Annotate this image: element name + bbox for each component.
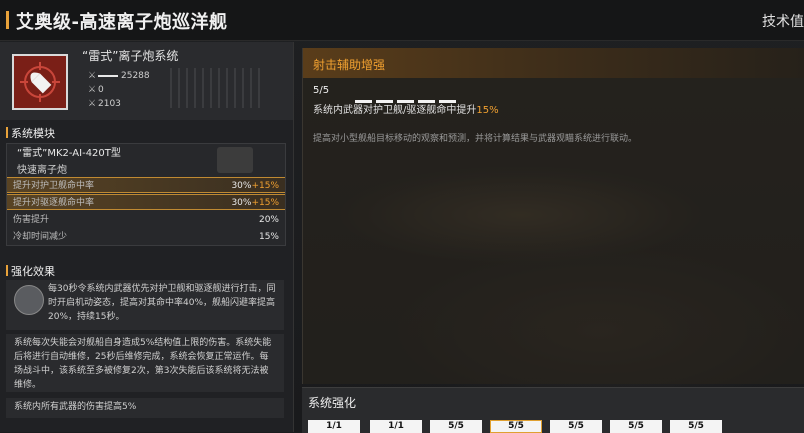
- strengthen-level[interactable]: 5/5: [430, 420, 482, 433]
- module-stat-row: 提升对护卫舰命中率 30%+15%: [7, 177, 285, 193]
- detail-title-bar: 射击辅助增强: [303, 48, 804, 78]
- bullet-target-icon: [12, 54, 68, 110]
- tech-value-label[interactable]: 技术值: [762, 11, 804, 31]
- stat-damage-value: 25288: [121, 71, 150, 81]
- maneuver-icon: [14, 285, 44, 315]
- range-icon: ⚔: [88, 85, 97, 95]
- strengthen-level[interactable]: 1/1: [370, 420, 422, 433]
- module-cannon-icon: [217, 147, 253, 173]
- effect-text: 系统内所有武器的伤害提高5%: [14, 402, 137, 412]
- row-value: 15%: [258, 232, 279, 242]
- stat-speed-value: 2103: [98, 99, 121, 109]
- detail-title: 射击辅助增强: [313, 58, 386, 72]
- stat-range-value: 0: [98, 85, 104, 95]
- module-card[interactable]: “雷式”MK2-AI-420T型 快速离子炮 提升对护卫舰命中率 30%+15%…: [6, 143, 286, 246]
- effects-section-title: 强化效果: [6, 263, 55, 279]
- damage-icon: ⚔: [88, 71, 97, 81]
- system-header: “雷式”离子炮系统 ⚔ 25288 ⚔ 0 ⚔ 2103: [0, 42, 293, 120]
- effect-card: 系统内所有武器的伤害提高5%: [6, 398, 284, 418]
- strengthen-title: 系统强化: [308, 396, 357, 410]
- stat-range: ⚔ 0: [88, 85, 104, 97]
- strengthen-level[interactable]: 5/5: [670, 420, 722, 433]
- stat-ticks: [170, 68, 274, 112]
- strengthen-level-selected[interactable]: 5/5: [490, 420, 542, 433]
- row-value: 30%+15%: [231, 181, 279, 191]
- top-bar: 艾奥级-高速离子炮巡洋舰 技术值: [0, 0, 804, 41]
- detail-effect-line: 系统内武器对护卫舰/驱逐舰命中提升15%: [313, 105, 499, 116]
- row-label: 提升对驱逐舰命中率: [13, 198, 95, 208]
- module-stat-row: 冷却时间减少 15%: [7, 229, 285, 245]
- page-title: 艾奥级-高速离子炮巡洋舰: [16, 12, 228, 33]
- row-value: 20%: [258, 215, 279, 225]
- strengthen-level[interactable]: 5/5: [550, 420, 602, 433]
- row-value: 30%+15%: [231, 198, 279, 208]
- row-label: 伤害提升: [13, 215, 50, 225]
- module-name: “雷式”MK2-AI-420T型: [17, 148, 121, 159]
- row-label: 冷却时间减少: [13, 232, 68, 242]
- module-section-title: 系统模块: [6, 125, 55, 141]
- stat-damage: ⚔ 25288: [88, 71, 150, 83]
- strengthen-level[interactable]: 1/1: [308, 420, 360, 433]
- strengthen-panel: 系统强化 1/1 1/1 5/5 5/5 5/5 5/5 5/5: [302, 387, 804, 433]
- module-stat-row: 提升对驱逐舰命中率 30%+15%: [7, 194, 285, 210]
- row-label: 提升对护卫舰命中率: [13, 181, 95, 191]
- system-name: “雷式”离子炮系统: [82, 49, 179, 63]
- module-subtitle: 快速离子炮: [17, 165, 67, 176]
- stat-bar: [98, 74, 118, 77]
- effect-card: 系统每次失能会对舰船自身造成5%结构值上限的伤害。系统失能后将进行自动维修，25…: [6, 334, 284, 392]
- speed-icon: ⚔: [88, 99, 97, 109]
- effect-text: 系统每次失能会对舰船自身造成5%结构值上限的伤害。系统失能后将进行自动维修，25…: [14, 338, 272, 390]
- stat-speed: ⚔ 2103: [88, 99, 121, 111]
- effect-text: 每30秒令系统内武器优先对护卫舰和驱逐舰进行打击，同时开启机动姿态，提高对其命中…: [48, 284, 276, 322]
- effect-card: 每30秒令系统内武器优先对护卫舰和驱逐舰进行打击，同时开启机动姿态，提高对其命中…: [6, 280, 284, 330]
- left-panel: “雷式”离子炮系统 ⚔ 25288 ⚔ 0 ⚔ 2103 系统模块 “雷式”MK2-A…: [0, 42, 294, 432]
- detail-level: 5/5: [313, 85, 330, 96]
- detail-panel: 射击辅助增强 5/5 系统内武器对护卫舰/驱逐舰命中提升15% 提高对小型舰船目…: [302, 48, 804, 384]
- strengthen-level[interactable]: 5/5: [610, 420, 662, 433]
- module-stat-row: 伤害提升 20%: [7, 212, 285, 228]
- title-accent: [6, 11, 9, 29]
- detail-description: 提高对小型舰船目标移动的观察和预测，并将计算结果与武器观瞄系统进行联动。: [313, 134, 638, 144]
